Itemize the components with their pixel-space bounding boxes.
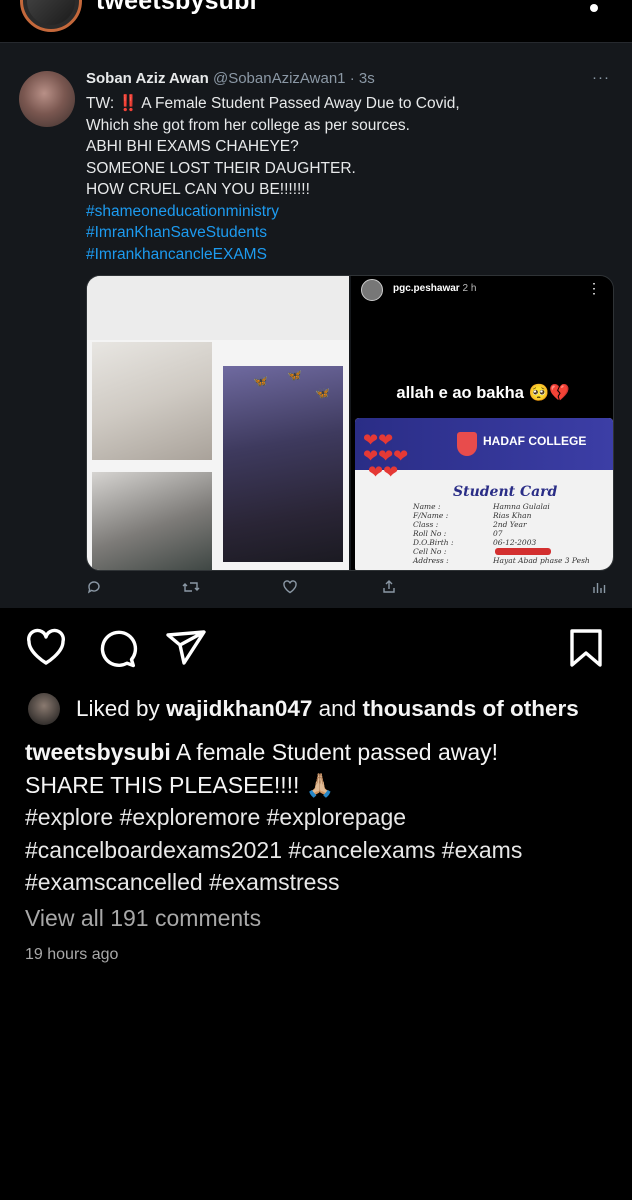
double-exclamation-icon: ‼️ [118,95,138,112]
hospital-photo [92,472,212,570]
tweet-hashtag: #shameoneducationministry [86,202,279,220]
card-title: Student Card [453,484,558,500]
tweet-line: SOMEONE LOST THEIR DAUGHTER. [86,159,356,177]
post-username[interactable]: tweetsbysubi [96,0,257,16]
story-screenshot: pgc.peshawar 2 h ⋮ allah e ao bakha 🥺💔 H… [351,276,613,570]
tweet-more-icon: ··· [592,69,610,86]
caption-hashtags[interactable]: #explore #exploremore #explorepage [25,801,615,834]
retweet-icon [182,582,200,592]
story-time: 2 h [462,283,477,294]
story-avatar [361,279,383,301]
tweet-line: A Female Student Passed Away Due to Covi… [141,95,460,112]
caption-text: SHARE THIS PLEASEE!!!! 🙏🏼 [25,771,335,798]
caption-username[interactable]: tweetsbysubi [25,739,171,765]
more-options-icon[interactable] [590,4,598,12]
send-icon[interactable] [164,626,208,670]
caption-hashtags[interactable]: #cancelboardexams2021 #cancelexams #exam… [25,834,615,867]
reply-icon [87,581,100,594]
view-all-comments-link[interactable]: View all 191 comments [25,905,261,932]
analytics-icon [593,583,606,593]
likes-others[interactable]: thousands of others [362,696,578,721]
post-header: tweetsbysubi [0,0,632,42]
post-action-bar [0,626,632,674]
student-portrait-photo: 🦋 🦋 🦋 [223,366,343,562]
redaction-mark [495,548,551,555]
student-card: HADAF COLLEGE ❤❤ ❤❤❤ ❤❤ Student Card Name… [355,418,613,570]
tweet-action-bar [0,579,632,603]
tweet-author-name: Soban Aziz Awan [86,70,209,87]
tweet-line: Which she got from her college as per so… [86,116,410,134]
tweet-author-handle: @SobanAzizAwan1 [212,70,346,87]
tweet-hashtag: #ImranKhanSaveStudents [86,224,267,241]
tweet-tw-prefix: TW: [86,95,115,112]
tweet-time: · 3s [349,70,375,87]
liker-username[interactable]: wajidkhan047 [166,696,312,721]
tweet-author-avatar [19,71,75,127]
card-college-name: HADAF COLLEGE [483,434,587,448]
save-bookmark-icon[interactable] [564,626,608,670]
hospital-photo [92,342,212,460]
tweet-line: ABHI BHI EXAMS CHAHEYE? [86,138,299,155]
like-icon [283,580,297,594]
card-field-labels: Name : F/Name : Class : Roll No : D.O.Bi… [413,502,454,565]
tweet-author-row: Soban Aziz Awan @SobanAzizAwan1 · 3s [86,70,375,87]
share-icon [383,580,395,593]
post-caption: tweetsbysubi A female Student passed awa… [25,736,615,899]
caption-text: A female Student passed away! [175,739,499,765]
caption-hashtags[interactable]: #examscancelled #examstress [25,866,615,899]
hearts-icon: ❤❤ ❤❤❤ ❤❤ [363,430,409,482]
story-more-icon: ⋮ [587,280,601,296]
college-logo-icon [457,432,477,456]
card-field-values: Hamna Gulalai Rias Khan 2nd Year 07 06-1… [493,502,590,565]
profile-avatar[interactable] [20,0,82,32]
like-heart-icon[interactable] [24,626,68,670]
tweet-line: HOW CRUEL CAN YOU BE!!!!!!! [86,181,310,198]
collage-photo: 🦋 🦋 🦋 [87,276,349,570]
tweet-text: TW: ‼️ A Female Student Passed Away Due … [86,93,606,265]
post-image[interactable]: Soban Aziz Awan @SobanAzizAwan1 · 3s ···… [0,42,632,608]
post-timestamp: 19 hours ago [25,946,119,963]
liker-avatar [28,693,60,725]
liked-by-text: Liked by wajidkhan047 and thousands of o… [76,696,579,721]
comment-icon[interactable] [95,626,139,670]
story-caption: allah e ao bakha 🥺💔 [396,384,570,402]
tweet-media: 🦋 🦋 🦋 pgc.peshawar 2 h ⋮ allah e ao bakh… [86,275,614,571]
story-username: pgc.peshawar [393,283,460,294]
tweet-hashtag: #ImrankhancancleEXAMS [86,245,267,263]
